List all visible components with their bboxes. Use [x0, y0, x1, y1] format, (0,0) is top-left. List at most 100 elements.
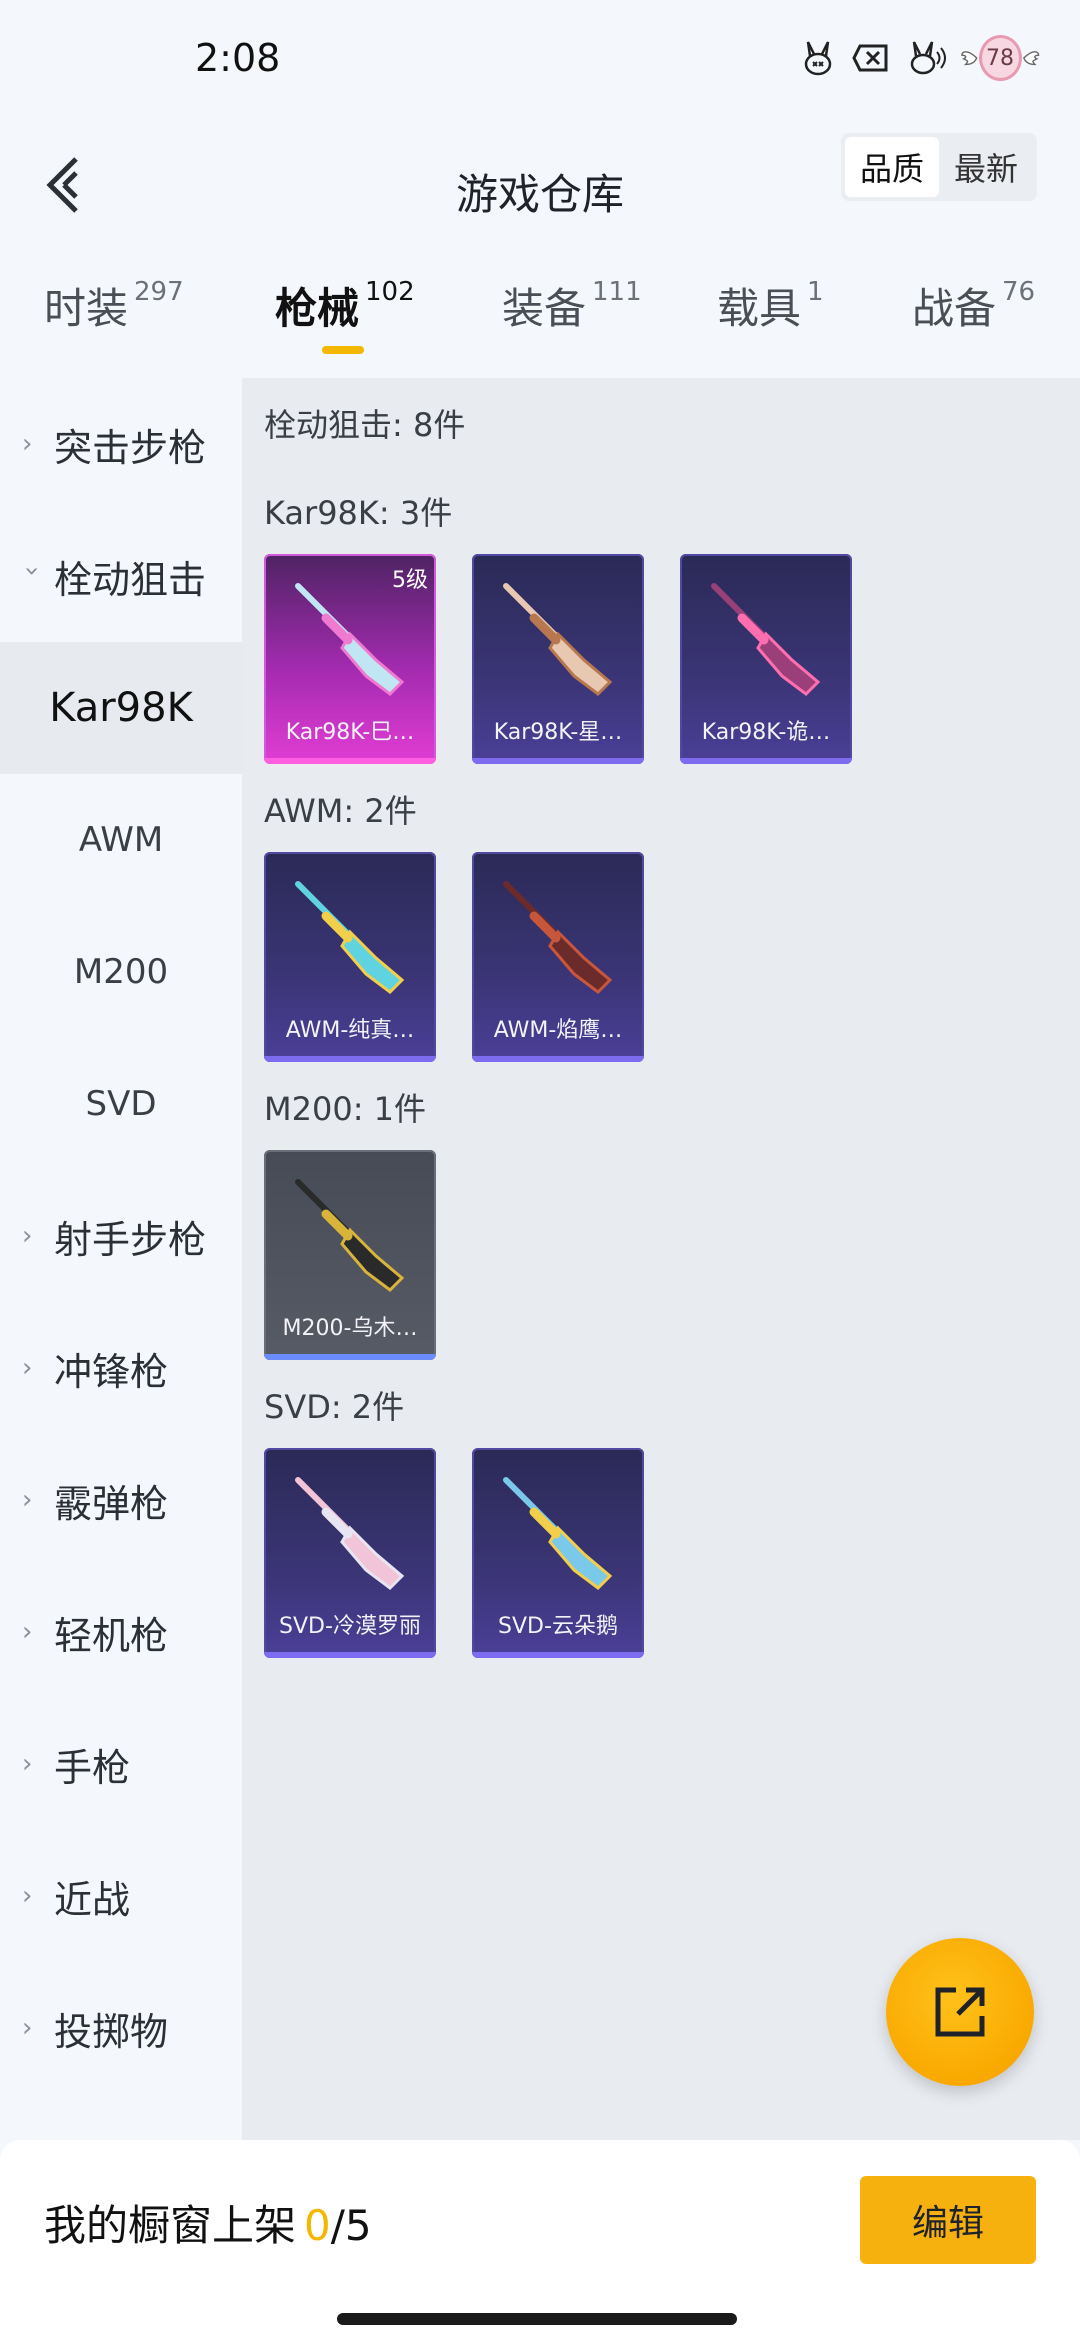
tab-vehicles[interactable]: 载具 1 [717, 275, 824, 336]
share-fab-button[interactable] [886, 1938, 1034, 2086]
level-badge: 78 [978, 35, 1022, 81]
home-indicator[interactable] [337, 2313, 737, 2325]
weapon-skin-card[interactable]: Kar98K-诡… [680, 554, 852, 764]
weapon-image [295, 1477, 405, 1590]
sort-latest-button[interactable]: 最新 [939, 137, 1033, 197]
close-box-icon [852, 38, 892, 78]
rarity-bar [472, 758, 644, 764]
status-time: 2:08 [195, 36, 281, 80]
chevron-right-icon: › [22, 1749, 33, 1779]
tab-count: 111 [592, 277, 642, 307]
rarity-bar [264, 1652, 436, 1658]
edit-button[interactable]: 编辑 [860, 2176, 1036, 2264]
rarity-bar [472, 1652, 644, 1658]
weapon-skin-name: M200-乌木… [282, 1316, 418, 1341]
weapon-skin-card[interactable]: AWM-焰鹰… [472, 852, 644, 1062]
category-tabs: 时装 297 枪械 102 装备 111 载具 1 战备 76 [0, 265, 1080, 375]
weapon-skin-name: AWM-纯真… [285, 1018, 415, 1043]
weapon-image [503, 583, 613, 696]
tab-count: 76 [1002, 277, 1036, 307]
weapon-skin-card[interactable]: M200-乌木… [264, 1150, 436, 1360]
tab-count: 297 [134, 277, 184, 307]
sidebar-item-label: 冲锋枪 [54, 1349, 169, 1394]
rarity-bar [264, 1056, 436, 1062]
weapon-skin-name: SVD-云朵鹅 [498, 1614, 618, 1639]
sidebar-item-bolt-sniper[interactable]: › 栓动狙击 [0, 510, 242, 642]
showcase-status: 我的橱窗上架 0 / 5 [44, 2192, 372, 2253]
weapon-image [711, 583, 821, 696]
tab-equipment[interactable]: 装备 111 [502, 275, 642, 336]
showcase-bar: 我的橱窗上架 0 / 5 编辑 [0, 2140, 1080, 2340]
showcase-current-count: 0 [304, 2201, 331, 2250]
sidebar-item-label: 近战 [54, 1877, 131, 1922]
sidebar-item-label: 霰弹枪 [54, 1481, 169, 1526]
nav-bar: 游戏仓库 品质 最新 [0, 125, 1080, 245]
status-icons: 78 [798, 35, 1040, 81]
back-arrow-icon [46, 157, 78, 213]
chevron-right-icon: › [22, 1353, 33, 1383]
tab-count: 102 [365, 277, 415, 307]
chevron-right-icon: › [22, 1881, 33, 1911]
sidebar-item-assault-rifle[interactable]: › 突击步枪 [0, 378, 242, 510]
chevron-right-icon: › [22, 1221, 33, 1251]
weapon-skin-name: Kar98K-巳… [285, 720, 415, 745]
sidebar-item-label: 手枪 [54, 1745, 131, 1790]
weapon-skin-card[interactable]: AWM-纯真… [264, 852, 436, 1062]
sidebar-item-label: 突击步枪 [54, 425, 207, 470]
sidebar-item-smg[interactable]: › 冲锋枪 [0, 1302, 242, 1434]
category-summary: 栓动狙击: 8件 [264, 406, 466, 444]
rarity-bar [264, 758, 436, 764]
sidebar-item-pistol[interactable]: › 手枪 [0, 1698, 242, 1830]
weapon-skin-name: SVD-冷漠罗丽 [279, 1614, 421, 1639]
chevron-right-icon: › [22, 2013, 33, 2043]
sidebar-item-svd[interactable]: SVD [0, 1038, 242, 1170]
section-title-m200: M200: 1件 [264, 1090, 427, 1128]
back-button[interactable] [22, 135, 102, 235]
showcase-label: 我的橱窗上架 [44, 2201, 297, 2250]
sidebar-item-lmg[interactable]: › 轻机枪 [0, 1566, 242, 1698]
weapon-skin-card[interactable]: SVD-冷漠罗丽 [264, 1448, 436, 1658]
tab-label: 时装 [44, 284, 129, 333]
weapon-sidebar: › 突击步枪 › 栓动狙击 Kar98K AWM M200 SVD › 射手步枪… [0, 378, 242, 2140]
skin-level-badge: 5级 [392, 568, 428, 593]
sidebar-item-label: 轻机枪 [54, 1613, 169, 1658]
sidebar-item-shotgun[interactable]: › 霰弹枪 [0, 1434, 242, 1566]
sidebar-item-awm[interactable]: AWM [0, 774, 242, 906]
rarity-bar [264, 1354, 436, 1360]
weapon-grid-panel: 栓动狙击: 8件 Kar98K: 3件 5级 Kar98K-巳… Kar98K-星… [242, 378, 1080, 2140]
showcase-separator: / [330, 2201, 345, 2250]
bunny-signal-icon [906, 38, 946, 78]
weapon-skin-card[interactable]: Kar98K-星… [472, 554, 644, 764]
chevron-right-icon: › [22, 1485, 33, 1515]
tab-supplies[interactable]: 战备 76 [912, 275, 1035, 336]
sidebar-item-kar98k[interactable]: Kar98K [0, 642, 242, 774]
rarity-bar [472, 1056, 644, 1062]
tab-count: 1 [807, 277, 824, 307]
weapon-skin-card[interactable]: 5级 Kar98K-巳… [264, 554, 436, 764]
weapon-image [503, 881, 613, 994]
sidebar-item-label: M200 [73, 952, 169, 992]
sidebar-item-label: 射手步枪 [54, 1217, 207, 1262]
chevron-down-icon: › [17, 566, 47, 577]
weapon-skin-card[interactable]: SVD-云朵鹅 [472, 1448, 644, 1658]
chevron-right-icon: › [22, 1617, 33, 1647]
tab-guns[interactable]: 枪械 102 [275, 275, 415, 336]
section-title-kar98k: Kar98K: 3件 [264, 494, 453, 532]
sidebar-item-marksman-rifle[interactable]: › 射手步枪 [0, 1170, 242, 1302]
status-bar: 2:08 78 [0, 0, 1080, 125]
sidebar-item-m200[interactable]: M200 [0, 906, 242, 1038]
section-title-awm: AWM: 2件 [264, 792, 417, 830]
sort-toggle: 品质 最新 [841, 133, 1037, 201]
weapon-skin-name: Kar98K-星… [493, 720, 623, 745]
weapon-image [295, 881, 405, 994]
sidebar-item-melee[interactable]: › 近战 [0, 1830, 242, 1962]
sidebar-item-label: SVD [85, 1084, 157, 1124]
tab-outfits[interactable]: 时装 297 [44, 275, 184, 336]
weapon-skin-name: AWM-焰鹰… [493, 1018, 623, 1043]
tab-label: 装备 [502, 284, 587, 333]
sort-quality-button[interactable]: 品质 [845, 137, 939, 197]
sidebar-item-label: 栓动狙击 [54, 557, 207, 602]
share-external-icon [935, 1987, 985, 2037]
tab-label: 枪械 [275, 284, 360, 333]
sidebar-item-throwables[interactable]: › 投掷物 [0, 1962, 242, 2094]
